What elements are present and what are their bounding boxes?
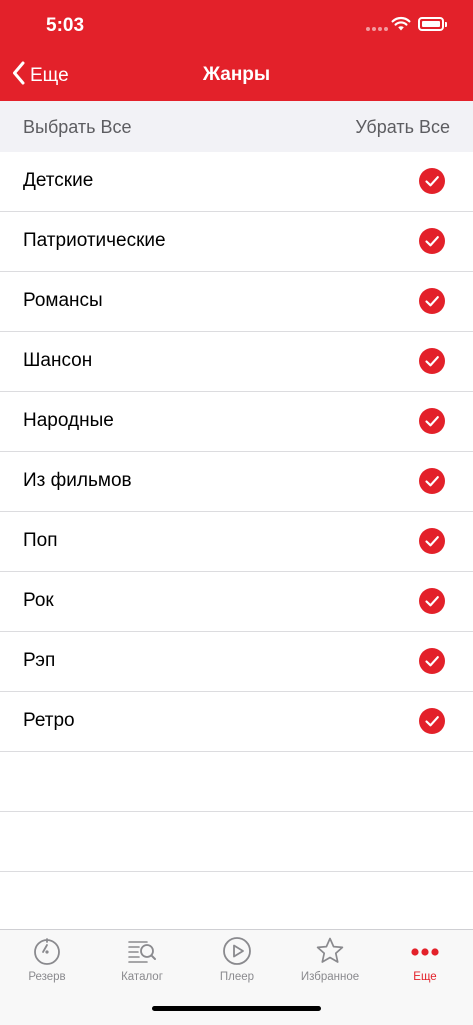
page-title: Жанры xyxy=(202,64,271,85)
checkmark-icon xyxy=(419,468,445,494)
tab-label: Каталог xyxy=(121,971,163,983)
genre-row-shanson[interactable]: Шансон xyxy=(0,332,473,392)
genre-label: Рэп xyxy=(23,650,56,671)
tab-label: Избранное xyxy=(300,971,360,983)
genre-row-patrioticheskie[interactable]: Патриотические xyxy=(0,212,473,272)
genre-label: Народные xyxy=(23,410,114,431)
genre-row-romansy[interactable]: Романсы xyxy=(0,272,473,332)
genre-label: Детские xyxy=(23,170,94,191)
checkmark-icon xyxy=(419,168,445,194)
genre-row-pop[interactable]: Поп xyxy=(0,512,473,572)
empty-row xyxy=(0,752,473,812)
tab-player[interactable]: Плеер xyxy=(190,930,284,990)
status-time: 5:03 xyxy=(46,15,85,36)
checkmark-icon xyxy=(419,588,445,614)
checkmark-icon xyxy=(419,228,445,254)
battery-icon xyxy=(418,17,447,31)
genre-label: Шансон xyxy=(23,350,93,371)
tab-label: Еще xyxy=(413,971,437,983)
select-all-button[interactable]: Выбрать Все xyxy=(23,117,132,138)
genre-list: Детские Патриотические Романсы Шансон На… xyxy=(0,152,473,872)
checkmark-icon xyxy=(419,648,445,674)
wifi-icon xyxy=(391,16,411,36)
checkmark-icon xyxy=(419,408,445,434)
genre-row-detskie[interactable]: Детские xyxy=(0,152,473,212)
checkmark-icon xyxy=(419,288,445,314)
tab-reserve[interactable]: Резерв xyxy=(0,930,94,990)
genre-row-rep[interactable]: Рэп xyxy=(0,632,473,692)
genre-row-retro[interactable]: Ретро xyxy=(0,692,473,752)
tab-label: Резерв xyxy=(28,971,66,983)
home-indicator xyxy=(152,1006,321,1011)
genre-label: Патриотические xyxy=(23,230,166,251)
nav-header: 5:03 Еще Жанры xyxy=(0,0,473,101)
genre-label: Из фильмов xyxy=(23,470,132,491)
cellular-signal-icon xyxy=(366,27,388,31)
genre-label: Романсы xyxy=(23,290,103,311)
checkmark-icon xyxy=(419,528,445,554)
genre-row-iz-filmov[interactable]: Из фильмов xyxy=(0,452,473,512)
checkmark-icon xyxy=(419,348,445,374)
genre-label: Поп xyxy=(23,530,58,551)
genre-label: Рок xyxy=(23,590,54,611)
genre-label: Ретро xyxy=(23,710,75,731)
tab-catalog[interactable]: Каталог xyxy=(95,930,189,990)
selection-actions-bar: Выбрать Все Убрать Все xyxy=(0,101,473,152)
checkmark-icon xyxy=(419,708,445,734)
deselect-all-button[interactable]: Убрать Все xyxy=(355,117,450,138)
genre-row-narodnye[interactable]: Народные xyxy=(0,392,473,452)
tab-more[interactable]: Еще xyxy=(378,930,472,990)
genre-row-rok[interactable]: Рок xyxy=(0,572,473,632)
tab-favorites[interactable]: Избранное xyxy=(283,930,377,990)
tab-label: Плеер xyxy=(219,971,255,983)
empty-row xyxy=(0,812,473,872)
